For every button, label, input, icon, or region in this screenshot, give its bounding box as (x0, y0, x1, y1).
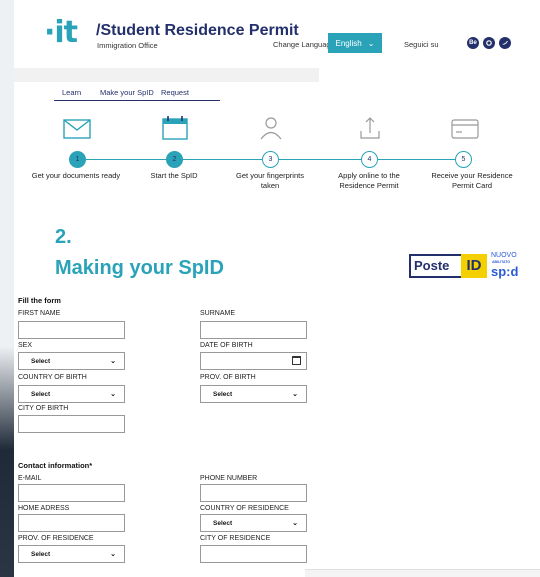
prov-of-residence-value: Select (31, 550, 51, 558)
prov-of-residence-label: PROV. OF RESIDENCE (18, 535, 94, 542)
chevron-down-icon: ⌄ (367, 38, 375, 48)
follow-us-label: Seguici su (404, 40, 439, 49)
nuovo-text: NUOVO (491, 252, 517, 259)
step-4-label: Apply online to the Residence Permit (338, 171, 400, 190)
chevron-down-icon: ⌄ (110, 551, 116, 558)
poste-text: Poste (409, 254, 463, 278)
site-logo[interactable]: ·it (44, 18, 78, 48)
tab-make-your-spid[interactable]: Make your SpID (100, 88, 154, 97)
city-of-birth-label: CITY OF BIRTH (18, 405, 69, 412)
overlay-edge (305, 569, 540, 577)
sex-select[interactable]: Select ⌄ (18, 352, 125, 370)
chevron-down-icon: ⌄ (110, 358, 116, 365)
github-icon[interactable] (483, 37, 495, 49)
step-3-circle[interactable]: 3 (262, 151, 279, 168)
page-header-subtitle: Immigration Office (97, 41, 158, 50)
surname-input[interactable] (200, 321, 307, 339)
country-of-birth-select[interactable]: Select ⌄ (18, 385, 125, 403)
phone-label: PHONE NUMBER (200, 475, 258, 482)
calendar-icon (162, 116, 188, 140)
step-2-label: Start the SpID (150, 171, 198, 180)
step-3-label: Get your fingerprints taken (236, 171, 304, 190)
date-of-birth-label: DATE OF BIRTH (200, 342, 253, 349)
country-of-birth-value: Select (31, 390, 51, 398)
country-of-residence-value: Select (213, 519, 233, 527)
card-icon (451, 119, 479, 139)
city-of-residence-input[interactable] (200, 545, 307, 563)
step-1-label: Get your documents ready (31, 171, 121, 180)
user-icon (260, 117, 282, 140)
language-value: English (335, 38, 362, 48)
step-4-circle[interactable]: 4 (361, 151, 378, 168)
behance-icon[interactable]: Be (467, 37, 479, 49)
page: ·it /Student Residence Permit Immigratio… (14, 0, 540, 577)
chevron-down-icon: ⌄ (292, 391, 298, 398)
step-1-circle[interactable]: 1 (69, 151, 86, 168)
city-of-birth-input[interactable] (18, 415, 125, 433)
surname-label: SURNAME (200, 310, 236, 317)
tab-request[interactable]: Request (161, 88, 189, 97)
first-name-input[interactable] (18, 321, 125, 339)
chevron-down-icon: ⌄ (110, 391, 116, 398)
country-of-residence-label: COUNTRY OF RESIDENCE (200, 505, 289, 512)
background-window-edge (0, 0, 14, 577)
sex-label: SEX (18, 342, 33, 349)
poste-id-spid-logo: Poste ID NUOVO ABILITATO sp:d (409, 252, 519, 280)
calendar-icon[interactable] (292, 356, 301, 365)
tab-bar: Learn Make your SpID Request (54, 87, 220, 101)
city-of-residence-label: CITY OF RESIDENCE (200, 535, 271, 542)
step-5-circle[interactable]: 5 (455, 151, 472, 168)
prov-of-birth-label: PROV. OF BIRTH (200, 374, 256, 381)
header: ·it /Student Residence Permit Immigratio… (14, 0, 540, 68)
home-address-input[interactable] (18, 514, 125, 532)
id-text: ID (461, 254, 487, 278)
country-of-birth-label: COUNTRY OF BIRTH (18, 374, 87, 381)
first-name-label: FIRST NAME (18, 310, 61, 317)
prov-of-birth-value: Select (213, 390, 233, 398)
country-of-residence-select[interactable]: Select ⌄ (200, 514, 307, 532)
phone-input[interactable] (200, 484, 307, 502)
chevron-down-icon: ⌄ (292, 520, 298, 527)
fill-form-title: Fill the form (18, 296, 61, 305)
tab-learn[interactable]: Learn (62, 88, 81, 97)
prov-of-birth-select[interactable]: Select ⌄ (200, 385, 307, 403)
upload-icon (360, 117, 380, 139)
prov-of-residence-select[interactable]: Select ⌄ (18, 545, 125, 563)
email-label: E-MAIL (18, 475, 42, 482)
change-language-label: Change Language (273, 40, 335, 49)
step-5-label: Receive your Residence Permit Card (431, 171, 513, 190)
header-band (14, 68, 319, 82)
language-select-button[interactable]: English ⌄ (328, 33, 382, 53)
sex-select-value: Select (31, 357, 51, 365)
spid-text: sp:d (491, 264, 519, 279)
step-2-circle[interactable]: 2 (166, 151, 183, 168)
date-of-birth-input[interactable] (200, 352, 307, 370)
page-header-title[interactable]: /Student Residence Permit (96, 22, 299, 40)
twitter-icon[interactable] (499, 37, 511, 49)
home-address-label: HOME ADRESS (18, 505, 70, 512)
section-title: Making your SpID (55, 257, 224, 279)
envelope-icon (63, 119, 91, 139)
email-input[interactable] (18, 484, 125, 502)
contact-info-title: Contact information* (18, 461, 93, 470)
section-number: 2. (55, 226, 72, 248)
